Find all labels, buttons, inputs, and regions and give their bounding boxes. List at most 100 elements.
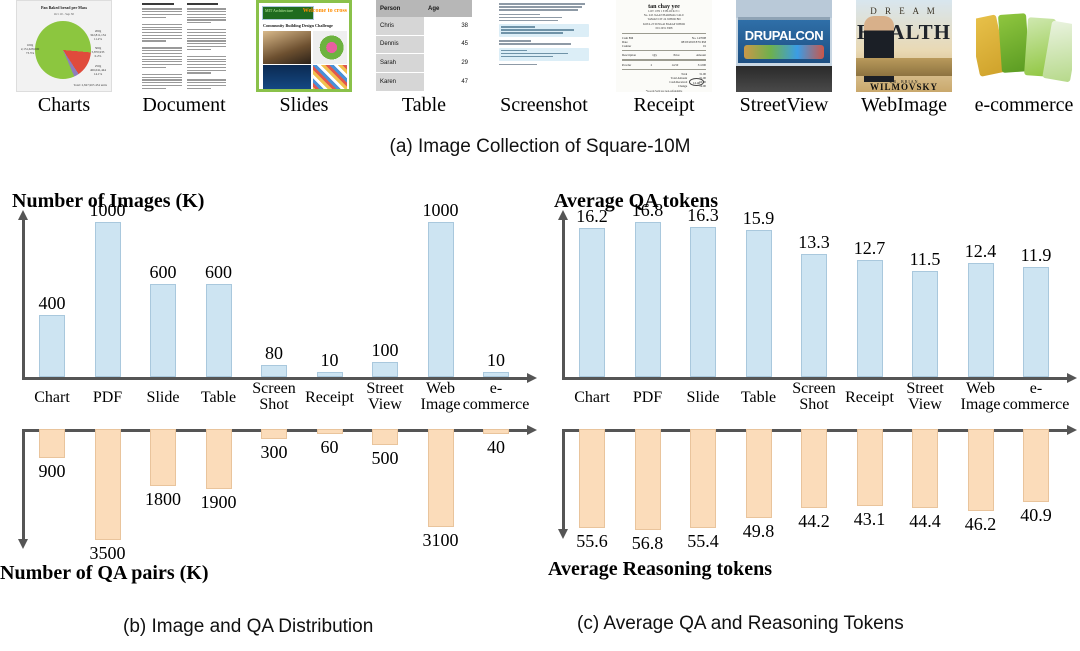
presentation-slide-thumbnail: MIT Architecture Welcome to cross Commun… — [256, 0, 352, 92]
bar-b-upper-3 — [205, 284, 232, 377]
pie-slice-label-2: 200g 322,811,154 11.2% — [90, 29, 106, 41]
receipt-thumbnail: tan chay yee LOT 1 PN 1 E BLOCK N 1 No. 2… — [616, 0, 712, 92]
bar-c-upper-8 — [1023, 267, 1049, 377]
table-cell-person: Chris — [376, 17, 424, 36]
thumbnail-label: Table — [401, 94, 447, 116]
table-column-person: Person — [376, 0, 424, 18]
table-cell-person: Sarah — [376, 53, 424, 74]
bar-b-lower-5 — [316, 429, 343, 434]
bar-b-lower-4 — [261, 429, 287, 439]
category-label-b-8: e-commerce — [462, 380, 530, 413]
receipt-row: Cashier 01 — [622, 44, 706, 49]
thumbnail-label: Receipt — [633, 94, 695, 116]
sample-table: Person Age Chris 38 Dennis 45 Sarah 29 K… — [376, 0, 472, 92]
lake-region — [856, 58, 952, 76]
bar-b-upper-6 — [372, 361, 398, 377]
bar-value-b-lower-8: 40 — [487, 437, 505, 457]
bar-c-upper-1 — [634, 222, 661, 377]
chart-c-lower-axis-title: Average Reasoning tokens — [548, 558, 773, 580]
bar-value-b-lower-1: 3500 — [89, 543, 126, 563]
bar-b-upper-5 — [316, 372, 343, 377]
table-cell-age: 38 — [424, 17, 472, 36]
ground-region — [736, 66, 832, 92]
bar-c-upper-2 — [690, 226, 716, 377]
figure-caption-b: (b) Image and QA Distribution — [123, 616, 374, 637]
receipt-item-row: Powder 2 14.50 31.000 — [622, 62, 706, 67]
bar-value-b-upper-6: 100 — [371, 339, 399, 360]
receipt-header-row: Description Qty Price Amount — [622, 53, 706, 58]
thumbnail-charts: Pan Baked bread per Mass Oct 10 - Sep 30… — [4, 0, 124, 122]
bar-value-b-lower-6: 500 — [371, 447, 399, 468]
bar-b-upper-1 — [94, 222, 121, 377]
chart-c-lower-y-axis — [562, 429, 565, 530]
bar-c-upper-3 — [745, 230, 772, 377]
book-cover-thumbnail: D R E A M HEALTH DR. BRIAN WILMOVSKY — [856, 0, 952, 92]
chart-b-lower-y-axis — [22, 429, 25, 540]
slide-welcome-text: Welcome to cross — [302, 8, 347, 14]
table-row: Dennis 45 — [376, 35, 472, 55]
bar-c-lower-1 — [634, 429, 661, 530]
bar-value-c-upper-3: 15.9 — [742, 208, 775, 229]
pie-slice-label-1: 100g 2,151,628,000 73.3% — [20, 43, 40, 55]
pie-chart-footer: Total: 2,847,965 454 units — [73, 83, 107, 87]
thumbnail-label: Screenshot — [500, 94, 588, 116]
chart-average-qa-and-reasoning-tokens: Average QA tokens Average Reasoning toke… — [540, 190, 1080, 605]
billboard-text: DRUPALCON — [744, 28, 824, 43]
bar-c-lower-3 — [745, 429, 772, 518]
thumbnail-label: e-commerce — [974, 94, 1074, 116]
bar-b-lower-6 — [372, 429, 398, 445]
thumbnail-label: WebImage — [860, 94, 948, 116]
figure-caption-c: (c) Average QA and Reasoning Tokens — [577, 613, 904, 634]
pie-chart-subtitle: Oct 10 - Sep 30 — [53, 12, 74, 16]
bar-c-lower-4 — [801, 429, 827, 508]
chat-block — [499, 63, 589, 66]
slide-photo-building — [263, 31, 311, 64]
bar-c-upper-5 — [856, 259, 883, 377]
pie-slice-label-3: 500g 5,870,933 0.2% — [91, 46, 105, 58]
category-label-c-8: e-commerce — [1002, 380, 1070, 413]
table-row: Chris 38 — [376, 17, 472, 36]
chat-bubble — [499, 47, 589, 61]
slide-photo-diagram — [313, 31, 347, 64]
chat-bubble — [499, 24, 589, 38]
bar-b-lower-3 — [205, 429, 232, 490]
bar-c-lower-8 — [1023, 429, 1049, 502]
bar-value-c-upper-8: 11.9 — [1020, 245, 1052, 266]
book-title-line1: D R E A M — [870, 6, 938, 16]
bar-b-upper-7 — [427, 222, 454, 377]
chat-block — [499, 13, 589, 22]
table-cell-person: Dennis — [376, 35, 424, 55]
chart-c-upper-y-axis — [562, 219, 565, 377]
table-row: Sarah 29 — [376, 53, 472, 74]
thumbnail-webimage: D R E A M HEALTH DR. BRIAN WILMOVSKY Web… — [844, 0, 964, 122]
bar-b-upper-4 — [261, 364, 287, 377]
bar-b-upper-2 — [150, 284, 176, 377]
bar-value-b-upper-8: 10 — [487, 350, 505, 370]
bar-value-b-upper-1: 1000 — [89, 200, 126, 220]
thumbnail-screenshot: Screenshot — [484, 0, 604, 122]
bar-b-lower-1 — [94, 429, 121, 540]
slide-photo-collage — [313, 65, 347, 89]
billboard-sign: DRUPALCON — [738, 17, 830, 63]
chat-screenshot-thumbnail — [496, 0, 592, 92]
chart-b-lower-axis-title: Number of QA pairs (K) — [0, 562, 209, 584]
thumbnail-table: Person Age Chris 38 Dennis 45 Sarah 29 K… — [364, 0, 484, 122]
chat-block — [499, 40, 589, 45]
slide-subtitle: Community Building Design Challenge — [263, 23, 333, 28]
product-packets-thumbnail — [976, 0, 1072, 92]
bar-c-upper-6 — [912, 270, 938, 377]
table-cell-age: 29 — [424, 53, 472, 74]
bar-b-lower-8 — [483, 429, 509, 434]
bar-c-lower-5 — [856, 429, 883, 506]
thumbnail-label: Charts — [37, 94, 91, 116]
table-cell-age: 47 — [424, 72, 472, 92]
bar-value-b-upper-7: 1000 — [422, 200, 459, 220]
bar-b-lower-7 — [427, 429, 454, 528]
thumbnail-document: Document — [124, 0, 244, 122]
book-author-name: WILMOVSKY — [869, 82, 938, 92]
billboard-artwork — [744, 45, 824, 59]
bar-b-lower-2 — [150, 429, 176, 487]
bar-value-c-lower-8: 40.9 — [1020, 504, 1052, 525]
thumbnail-label: Document — [142, 94, 226, 116]
bar-b-lower-0 — [39, 429, 65, 458]
